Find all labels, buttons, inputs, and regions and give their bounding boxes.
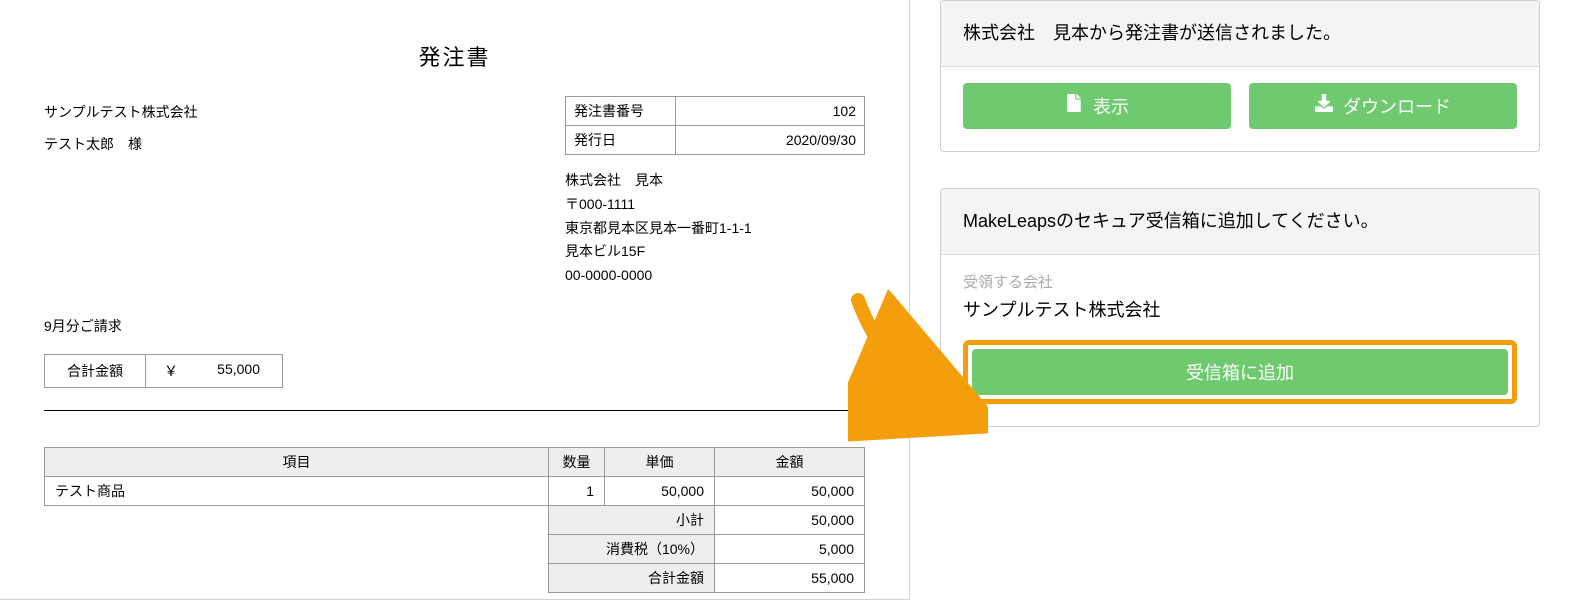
sender-name: 株式会社 見本 [565,169,865,193]
view-button[interactable]: 表示 [963,83,1231,129]
tax-label: 消費税（10%） [549,534,715,563]
total-value: 55,000 [715,563,865,592]
col-item: 項目 [45,447,549,476]
table-row: テスト商品 1 50,000 50,000 [45,476,865,505]
sender-building: 見本ビル15F [565,240,865,264]
item-qty: 1 [549,476,605,505]
receiving-company-label: 受領する会社 [963,271,1517,292]
download-button-label: ダウンロード [1343,93,1451,119]
col-amount: 金額 [715,447,865,476]
notification-panel: 株式会社 見本から発注書が送信されました。 表示 ダウンロード [940,0,1540,152]
highlight-frame: 受信箱に追加 [963,340,1517,404]
issue-date-value: 2020/09/30 [676,126,865,155]
inbox-prompt: MakeLeapsのセキュア受信箱に追加してください。 [941,189,1539,255]
add-to-inbox-button-label: 受信箱に追加 [1186,359,1294,385]
total-box-label: 合計金額 [45,355,146,387]
sender-block: 株式会社 見本 〒000-1111 東京都見本区見本一番町1-1-1 見本ビル1… [565,169,865,288]
divider [44,410,865,411]
subtotal-label: 小計 [549,505,715,534]
tax-value: 5,000 [715,534,865,563]
sender-address: 東京都見本区見本一番町1-1-1 [565,217,865,241]
issue-date-label: 発行日 [566,126,676,155]
sender-phone: 00-0000-0000 [565,264,865,288]
file-icon [1065,94,1083,117]
total-label: 合計金額 [549,563,715,592]
addressee-company: サンプルテスト株式会社 [44,96,198,128]
item-unit-price: 50,000 [605,476,715,505]
billing-period: 9月分ご請求 [44,316,283,336]
col-unit-price: 単価 [605,447,715,476]
items-table: 項目 数量 単価 金額 テスト商品 1 50,000 50,000 小計 50,… [44,447,865,593]
inbox-panel: MakeLeapsのセキュア受信箱に追加してください。 受領する会社 サンプルテ… [940,188,1540,427]
subtotal-value: 50,000 [715,505,865,534]
po-number-label: 発注書番号 [566,97,676,126]
total-box: 合計金額 ￥ 55,000 [44,354,283,388]
col-qty: 数量 [549,447,605,476]
addressee-person: テスト太郎 様 [44,128,198,160]
total-box-value: 55,000 [192,355,282,387]
document-title: 発注書 [44,40,865,72]
total-box-currency: ￥ [146,355,192,387]
document-meta-table: 発注書番号 102 発行日 2020/09/30 [565,96,865,155]
po-number-value: 102 [676,97,865,126]
notification-text: 株式会社 見本から発注書が送信されました。 [941,1,1539,67]
document-preview: 発注書 サンプルテスト株式会社 テスト太郎 様 発注書番号 102 発行日 20… [0,0,910,600]
sender-postal: 〒000-1111 [565,193,865,217]
item-amount: 50,000 [715,476,865,505]
download-icon [1315,94,1333,117]
view-button-label: 表示 [1093,93,1129,119]
receiving-company: サンプルテスト株式会社 [963,296,1517,322]
add-to-inbox-button[interactable]: 受信箱に追加 [972,349,1508,395]
download-button[interactable]: ダウンロード [1249,83,1517,129]
item-name: テスト商品 [45,476,549,505]
